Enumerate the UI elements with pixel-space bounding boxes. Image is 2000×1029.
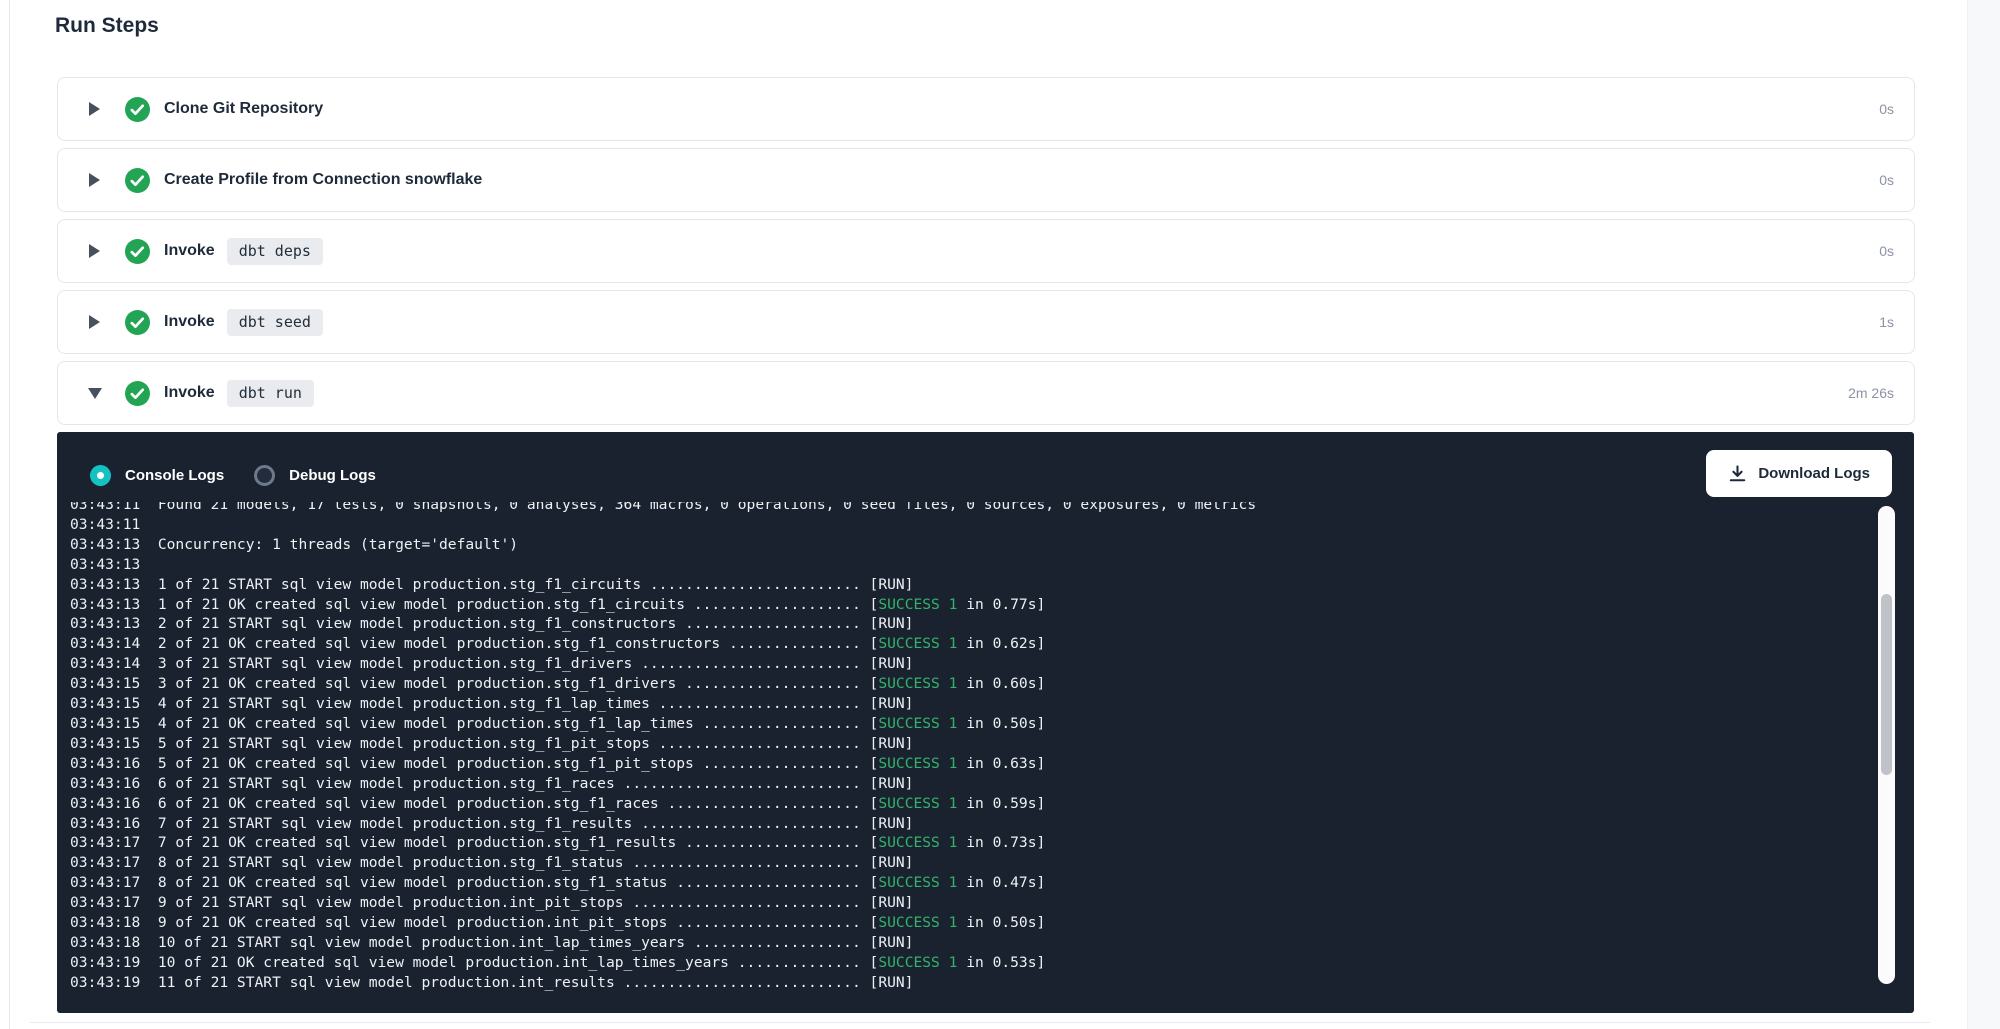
caret-down-icon <box>88 388 102 399</box>
radio-selected-icon[interactable] <box>90 465 111 486</box>
step-duration: 0s <box>1879 172 1894 188</box>
download-logs-button[interactable]: Download Logs <box>1706 450 1892 497</box>
log-line: 03:43:13 1 of 21 START sql view model pr… <box>70 575 1810 595</box>
page-left-border <box>9 0 10 1029</box>
success-check-icon <box>125 381 150 406</box>
log-line: 03:43:13 2 of 21 START sql view model pr… <box>70 614 1810 634</box>
log-type-switcher: Console Logs Debug Logs <box>90 462 376 488</box>
radio-unselected-icon[interactable] <box>254 465 275 486</box>
run-step-invoke-dbt-run[interactable]: Invoke dbt run 2m 26s <box>57 361 1915 425</box>
log-line: 03:43:11 Found 21 models, 17 tests, 0 sn… <box>70 502 1810 515</box>
log-line: 03:43:13 1 of 21 OK created sql view mod… <box>70 595 1810 615</box>
caret-right-icon <box>89 315 100 329</box>
step-label: Clone Git Repository <box>164 100 323 118</box>
log-line: 03:43:19 10 of 21 OK created sql view mo… <box>70 953 1810 973</box>
expand-caret-icon[interactable] <box>88 315 101 329</box>
success-check-icon <box>125 97 150 122</box>
step-label: Invoke <box>164 242 215 260</box>
debug-logs-radio[interactable]: Debug Logs <box>254 465 376 486</box>
log-line: 03:43:13 <box>70 555 1810 575</box>
log-line: 03:43:15 3 of 21 OK created sql view mod… <box>70 674 1810 694</box>
success-check-icon <box>125 310 150 335</box>
download-logs-label: Download Logs <box>1758 465 1870 482</box>
console-scrollbar-track[interactable] <box>1878 506 1895 984</box>
console-scrollbar-thumb[interactable] <box>1881 594 1892 775</box>
log-console-panel: Console Logs Debug Logs Download Logs 03… <box>57 432 1914 1013</box>
step-duration: 1s <box>1879 314 1894 330</box>
log-line: 03:43:17 9 of 21 START sql view model pr… <box>70 893 1810 913</box>
expand-caret-icon[interactable] <box>88 102 101 116</box>
command-badge: dbt seed <box>227 309 323 336</box>
run-step-clone-git-repository[interactable]: Clone Git Repository 0s <box>57 77 1915 141</box>
log-line: 03:43:14 2 of 21 OK created sql view mod… <box>70 634 1810 654</box>
console-logs-label: Console Logs <box>125 467 224 484</box>
log-line: 03:43:11 <box>70 515 1810 535</box>
caret-right-icon <box>89 102 100 116</box>
log-line: 03:43:14 3 of 21 START sql view model pr… <box>70 654 1810 674</box>
page-title: Run Steps <box>55 14 159 38</box>
collapse-caret-icon[interactable] <box>88 388 101 399</box>
run-step-create-profile[interactable]: Create Profile from Connection snowflake… <box>57 148 1915 212</box>
success-check-icon <box>125 168 150 193</box>
download-icon <box>1728 464 1747 483</box>
caret-right-icon <box>89 244 100 258</box>
command-badge: dbt deps <box>227 238 323 265</box>
debug-logs-label: Debug Logs <box>289 467 376 484</box>
page-right-gutter <box>1967 0 2000 1029</box>
success-check-icon <box>125 239 150 264</box>
log-line: 03:43:16 6 of 21 OK created sql view mod… <box>70 794 1810 814</box>
log-line: 03:43:15 4 of 21 START sql view model pr… <box>70 694 1810 714</box>
log-line: 03:43:15 4 of 21 OK created sql view mod… <box>70 714 1810 734</box>
step-label: Create Profile from Connection snowflake <box>164 171 482 189</box>
step-duration: 0s <box>1879 243 1894 259</box>
log-line: 03:43:13 Concurrency: 1 threads (target=… <box>70 535 1810 555</box>
log-line: 03:43:17 8 of 21 OK created sql view mod… <box>70 873 1810 893</box>
step-duration: 2m 26s <box>1848 385 1894 401</box>
log-line: 03:43:16 6 of 21 START sql view model pr… <box>70 774 1810 794</box>
log-line: 03:43:17 8 of 21 START sql view model pr… <box>70 853 1810 873</box>
log-line: 03:43:16 5 of 21 OK created sql view mod… <box>70 754 1810 774</box>
step-label: Invoke <box>164 384 215 402</box>
log-line: 03:43:18 10 of 21 START sql view model p… <box>70 933 1810 953</box>
log-line: 03:43:19 11 of 21 START sql view model p… <box>70 973 1810 993</box>
caret-right-icon <box>89 173 100 187</box>
log-line: 03:43:16 7 of 21 START sql view model pr… <box>70 814 1810 834</box>
command-badge: dbt run <box>227 380 314 407</box>
expand-caret-icon[interactable] <box>88 244 101 258</box>
console-logs-radio[interactable]: Console Logs <box>90 465 224 486</box>
log-line: 03:43:15 5 of 21 START sql view model pr… <box>70 734 1810 754</box>
step-duration: 0s <box>1879 101 1894 117</box>
expand-caret-icon[interactable] <box>88 173 101 187</box>
log-line: 03:43:18 9 of 21 OK created sql view mod… <box>70 913 1810 933</box>
section-divider <box>30 1022 1930 1023</box>
step-label: Invoke <box>164 313 215 331</box>
run-step-invoke-dbt-seed[interactable]: Invoke dbt seed 1s <box>57 290 1915 354</box>
run-step-invoke-dbt-deps[interactable]: Invoke dbt deps 0s <box>57 219 1915 283</box>
log-line: 03:43:17 7 of 21 OK created sql view mod… <box>70 833 1810 853</box>
console-log-output[interactable]: 03:43:11 Found 21 models, 17 tests, 0 sn… <box>70 502 1810 1000</box>
